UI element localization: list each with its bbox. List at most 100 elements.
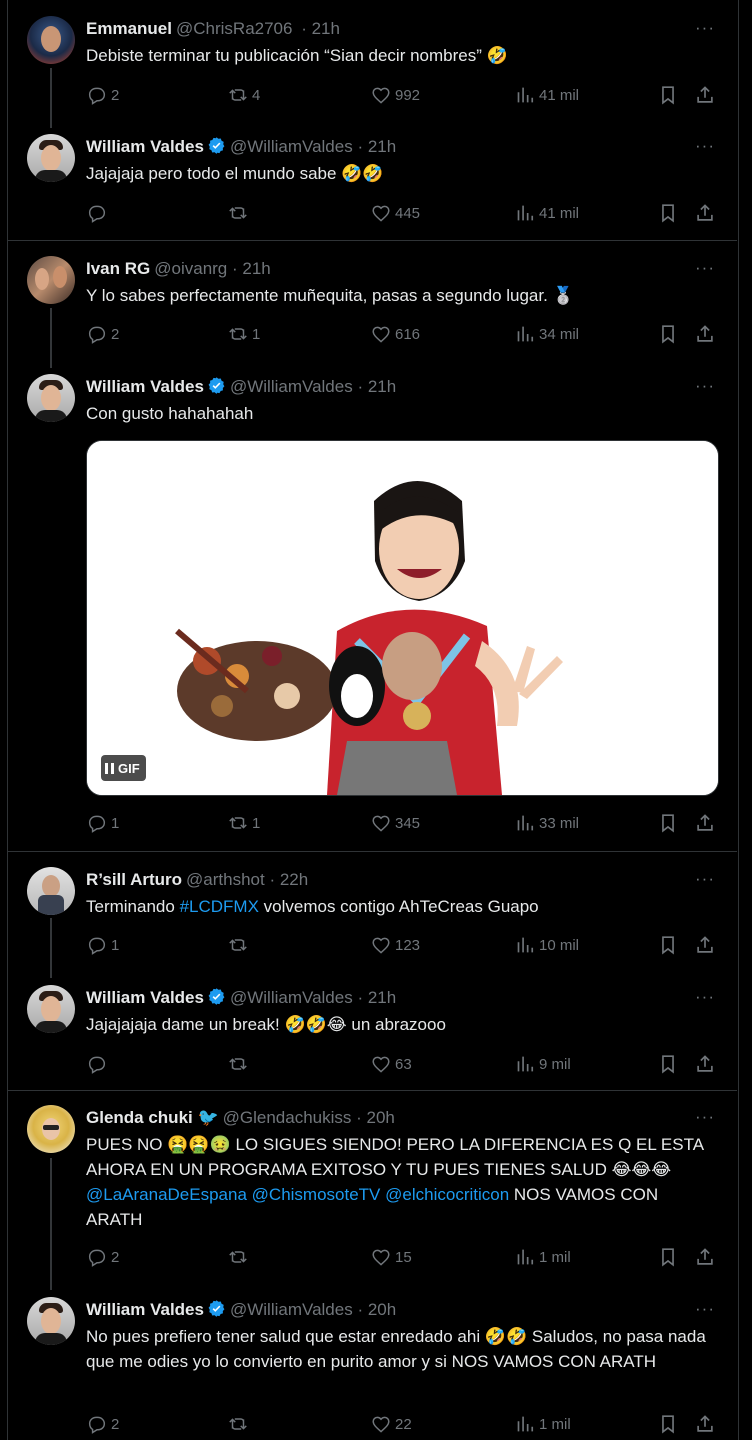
author-handle[interactable]: @ChrisRa2706 (176, 19, 292, 38)
timestamp[interactable]: 21h (312, 19, 340, 38)
like-button[interactable]: 63 (370, 1052, 412, 1076)
more-options-icon[interactable]: ··· (695, 987, 715, 1007)
author-handle[interactable]: @Glendachukiss (223, 1108, 352, 1127)
avatar[interactable] (27, 16, 75, 64)
author-name[interactable]: R’sill Arturo (86, 870, 182, 889)
avatar[interactable] (27, 256, 75, 304)
timestamp[interactable]: 20h (368, 1300, 396, 1319)
views-button[interactable]: 10 mil (514, 933, 579, 957)
retweet-button[interactable] (227, 1052, 252, 1076)
reply-button[interactable]: 2 (86, 83, 119, 107)
bookmark-button[interactable] (657, 322, 682, 346)
tweet-header: Glenda chuki 🐦 @Glendachukiss · 20h (86, 1108, 395, 1127)
views-button[interactable]: 1 mil (514, 1245, 571, 1269)
bookmark-button[interactable] (657, 933, 682, 957)
retweet-button[interactable] (227, 1245, 252, 1269)
like-button[interactable]: 22 (370, 1412, 412, 1436)
share-button[interactable] (694, 1245, 719, 1269)
view-count: 9 mil (539, 1055, 571, 1073)
share-icon (694, 812, 716, 834)
like-button[interactable]: 616 (370, 322, 420, 346)
like-button[interactable]: 345 (370, 811, 420, 835)
share-button[interactable] (694, 811, 719, 835)
retweet-button[interactable]: 1 (227, 811, 260, 835)
views-button[interactable]: 34 mil (514, 322, 579, 346)
author-name[interactable]: Ivan RG (86, 259, 150, 278)
bookmark-button[interactable] (657, 1052, 682, 1076)
author-handle[interactable]: @WilliamValdes (230, 1300, 353, 1319)
views-button[interactable]: 41 mil (514, 201, 579, 225)
share-button[interactable] (694, 1052, 719, 1076)
like-button[interactable]: 992 (370, 83, 420, 107)
share-button[interactable] (694, 201, 719, 225)
more-options-icon[interactable]: ··· (695, 869, 715, 889)
gif-media[interactable]: GIF (86, 440, 719, 796)
share-button[interactable] (694, 933, 719, 957)
author-name[interactable]: William Valdes (86, 137, 204, 156)
retweet-button[interactable] (227, 1412, 252, 1436)
like-button[interactable]: 123 (370, 933, 420, 957)
author-handle[interactable]: @WilliamValdes (230, 137, 353, 156)
author-handle[interactable]: @arthshot (186, 870, 265, 889)
avatar[interactable] (27, 374, 75, 422)
pause-icon[interactable] (105, 762, 114, 774)
timestamp[interactable]: 22h (280, 870, 308, 889)
author-handle[interactable]: @WilliamValdes (230, 988, 353, 1007)
bookmark-button[interactable] (657, 201, 682, 225)
reply-button[interactable]: 1 (86, 811, 119, 835)
views-button[interactable]: 41 mil (514, 83, 579, 107)
avatar[interactable] (27, 867, 75, 915)
avatar[interactable] (27, 1105, 75, 1153)
author-handle[interactable]: @oivanrg (154, 259, 227, 278)
share-button[interactable] (694, 322, 719, 346)
bookmark-button[interactable] (657, 83, 682, 107)
reply-button[interactable] (86, 201, 111, 225)
bookmark-button[interactable] (657, 811, 682, 835)
author-handle[interactable]: @WilliamValdes (230, 377, 353, 396)
retweet-button[interactable]: 1 (227, 322, 260, 346)
hashtag-link[interactable]: #LCDFMX (180, 897, 259, 916)
like-button[interactable]: 15 (370, 1245, 412, 1269)
retweet-button[interactable] (227, 933, 252, 957)
author-name[interactable]: William Valdes (86, 1300, 204, 1319)
avatar[interactable] (27, 1297, 75, 1345)
reply-button[interactable] (86, 1052, 111, 1076)
bookmark-button[interactable] (657, 1245, 682, 1269)
share-button[interactable] (694, 1412, 719, 1436)
bookmark-button[interactable] (657, 1412, 682, 1436)
more-options-icon[interactable]: ··· (695, 136, 715, 156)
views-button[interactable]: 33 mil (514, 811, 579, 835)
retweet-button[interactable] (227, 201, 252, 225)
more-options-icon[interactable]: ··· (695, 258, 715, 278)
reply-button[interactable]: 2 (86, 1245, 119, 1269)
share-icon (694, 934, 716, 956)
mention-link[interactable]: @LaAranaDeEspana (86, 1185, 247, 1204)
avatar[interactable] (27, 985, 75, 1033)
reply-button[interactable]: 2 (86, 322, 119, 346)
timestamp[interactable]: 21h (368, 137, 396, 156)
share-button[interactable] (694, 83, 719, 107)
timestamp[interactable]: 21h (368, 988, 396, 1007)
author-name[interactable]: William Valdes (86, 377, 204, 396)
views-button[interactable]: 1 mil (514, 1412, 571, 1436)
author-name[interactable]: William Valdes (86, 988, 204, 1007)
mention-link[interactable]: @ChismosoteTV (252, 1185, 381, 1204)
view-count: 41 mil (539, 86, 580, 104)
gif-badge[interactable]: GIF (101, 755, 146, 781)
like-button[interactable]: 445 (370, 201, 420, 225)
more-options-icon[interactable]: ··· (695, 376, 715, 396)
mention-link[interactable]: @elchicocriticon (385, 1185, 509, 1204)
author-name[interactable]: Glenda chuki 🐦 (86, 1108, 219, 1127)
views-button[interactable]: 9 mil (514, 1052, 571, 1076)
reply-button[interactable]: 2 (86, 1412, 119, 1436)
reply-button[interactable]: 1 (86, 933, 119, 957)
timestamp[interactable]: 21h (368, 377, 396, 396)
timestamp[interactable]: 20h (367, 1108, 395, 1127)
avatar[interactable] (27, 134, 75, 182)
timestamp[interactable]: 21h (242, 259, 270, 278)
retweet-button[interactable]: 4 (227, 83, 260, 107)
more-options-icon[interactable]: ··· (695, 1107, 715, 1127)
author-name[interactable]: Emmanuel (86, 19, 172, 38)
more-options-icon[interactable]: ··· (695, 1299, 715, 1319)
more-options-icon[interactable]: ··· (695, 18, 715, 38)
